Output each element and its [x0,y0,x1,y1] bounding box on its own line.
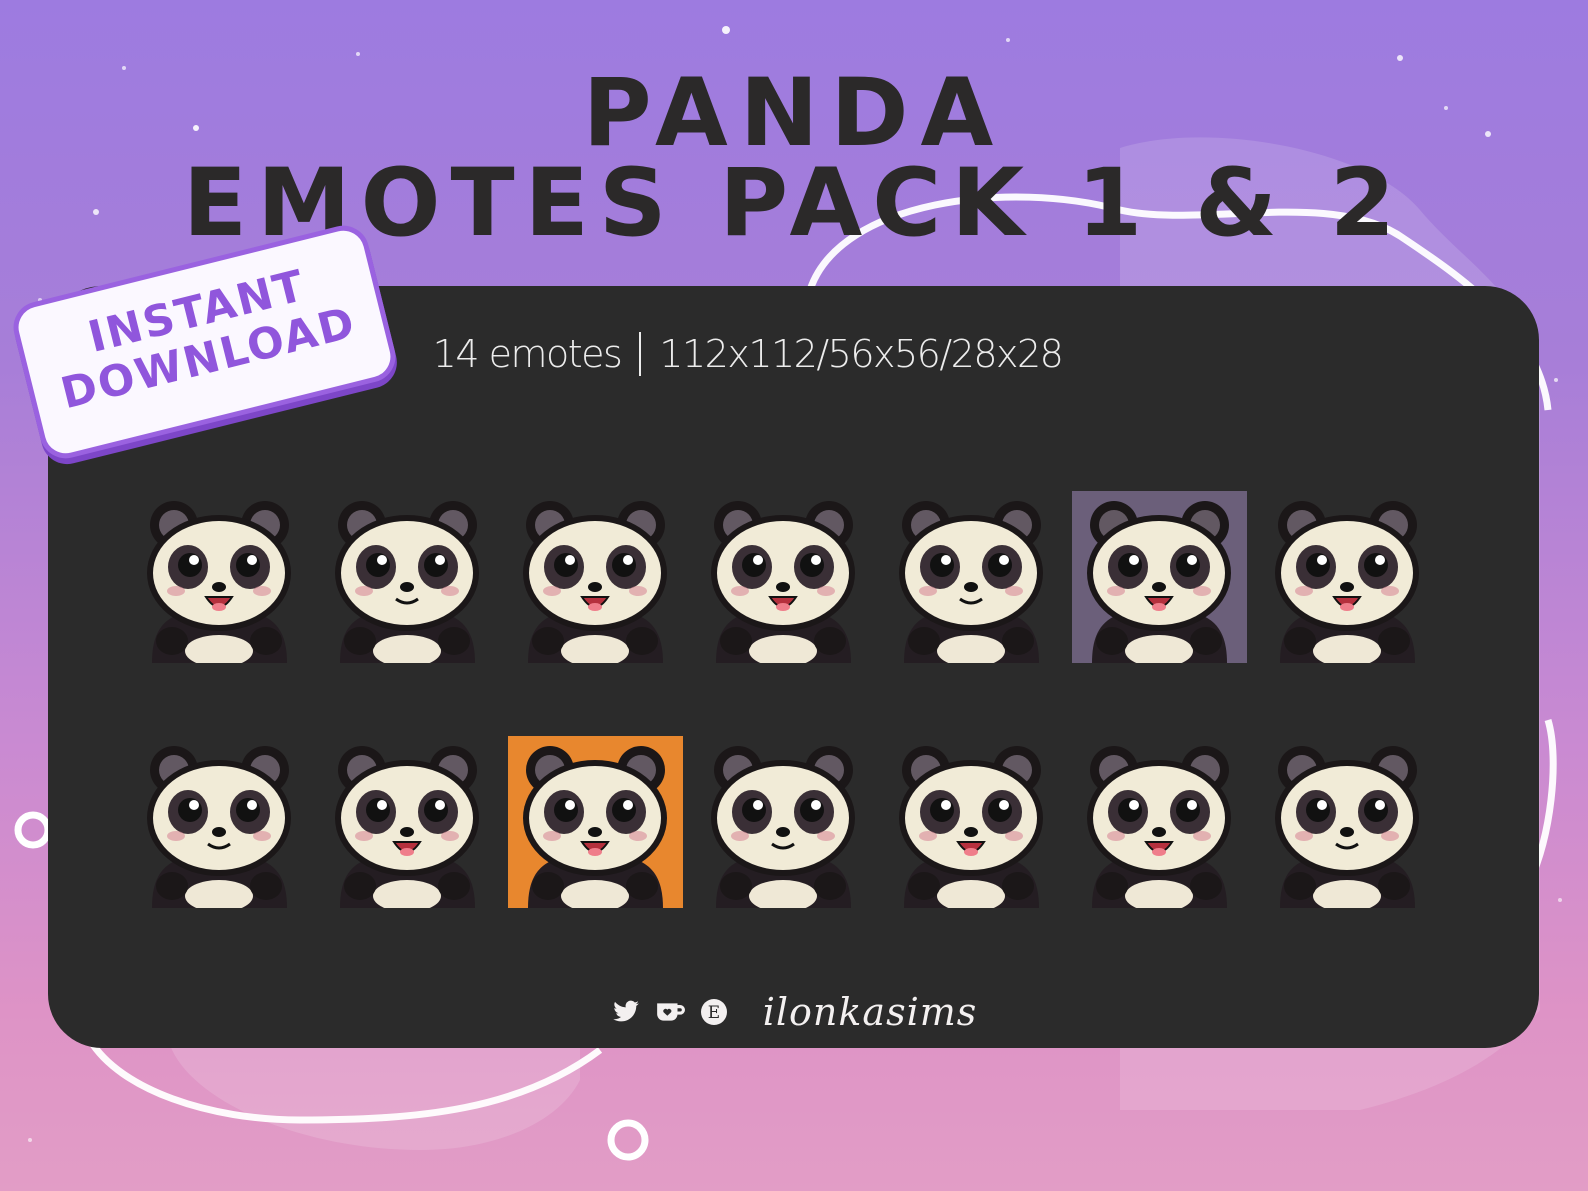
emote-dizzy [696,491,871,663]
emote-heart [1260,491,1435,663]
twitter-icon[interactable] [611,998,641,1026]
emote-glowsticks [1072,491,1247,663]
kofi-cup-icon[interactable] [655,998,685,1026]
panda-face-icon [899,501,1043,663]
panda-face-icon [1275,746,1419,908]
panda-face-icon [1087,746,1231,908]
footer-credits: E ilonkasims [611,990,978,1034]
panda-face-icon [335,501,479,663]
etsy-icon[interactable]: E [699,998,729,1026]
panda-face-icon [711,501,855,663]
creator-signature[interactable]: ilonkasims [763,990,978,1034]
emote-happy-smile [884,491,1059,663]
emote-rage-fire [508,736,683,908]
panda-face-icon [147,501,291,663]
panda-face-icon [147,746,291,908]
panda-face-icon [523,501,667,663]
emote-shocked [884,736,1059,908]
emote-peek [320,491,495,663]
panda-face-icon [1072,491,1247,663]
emote-drool [320,736,495,908]
emote-count: 14 emotes [432,332,623,376]
etsy-letter: E [708,1003,720,1023]
panda-face-icon [1275,501,1419,663]
panda-face-icon [899,746,1043,908]
specs-divider [639,332,642,376]
emote-star-eyes [1072,736,1247,908]
title-line-2: EMOTES PACK 1 & 2 [182,149,1406,258]
panda-face-icon [508,736,683,908]
emote-celebrate [132,736,307,908]
emote-study [1260,736,1435,908]
footer: E ilonkasims [0,990,1588,1034]
emote-bubble-tea [696,736,871,908]
emote-hide-eyes [508,491,683,663]
emote-sizes: 112x112/56x56/28x28 [659,332,1064,376]
panda-face-icon [711,746,855,908]
emote-wave [132,491,307,663]
panda-face-icon [335,746,479,908]
